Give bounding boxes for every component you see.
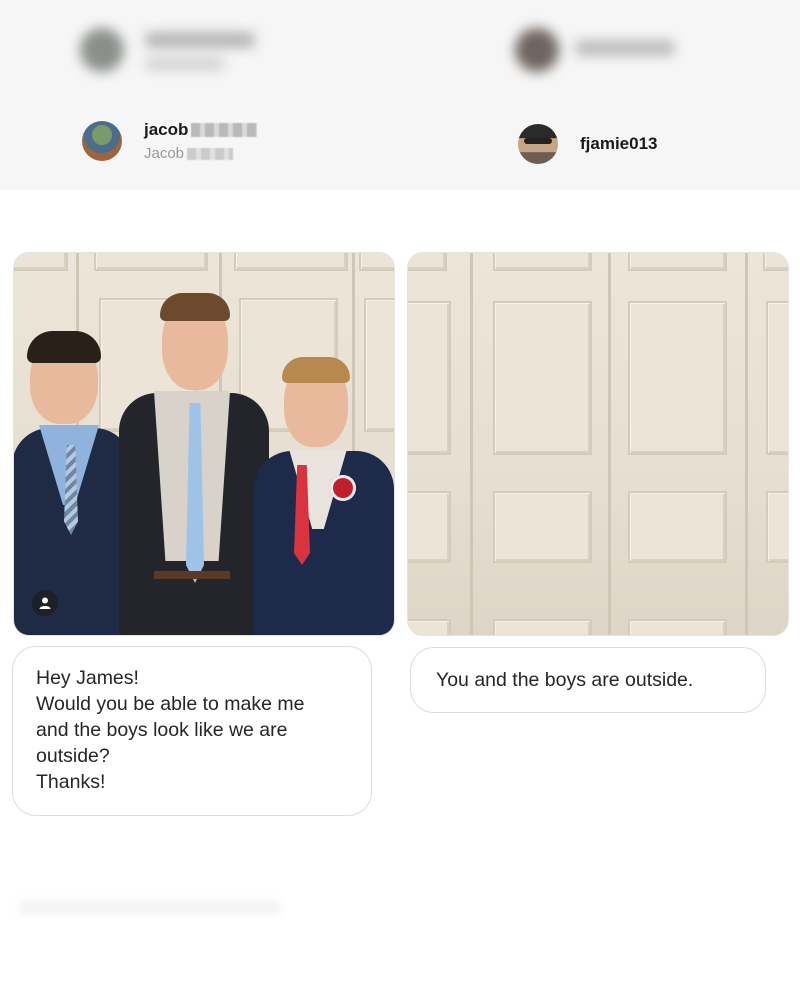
avatar[interactable] xyxy=(82,121,122,161)
original-photo[interactable] xyxy=(13,252,395,636)
person-icon[interactable] xyxy=(32,590,58,616)
message-line: Would you be able to make me xyxy=(36,693,305,715)
door-wall xyxy=(408,253,788,635)
message-line: and the boys look like we are xyxy=(36,719,288,741)
censored-fullname xyxy=(187,147,234,160)
user-jacob[interactable]: jacob Jacob xyxy=(82,120,258,162)
person-icon-glyph xyxy=(39,597,51,609)
message-bubble-left[interactable]: Hey James! Would you be able to make me … xyxy=(12,646,372,816)
username-fjamie013: fjamie013 xyxy=(580,134,658,153)
message-text: You and the boys are outside. xyxy=(436,669,694,691)
avatar[interactable] xyxy=(518,124,558,164)
message-line: Thanks! xyxy=(36,771,106,793)
censored-username xyxy=(191,123,258,137)
message-bubble-right[interactable]: You and the boys are outside. xyxy=(410,647,766,713)
username-jacob: jacob xyxy=(144,120,189,139)
blurred-previous-row-right xyxy=(505,22,705,82)
edited-photo[interactable] xyxy=(407,252,789,636)
message-line: Hey James! xyxy=(36,667,139,689)
message-line: outside? xyxy=(36,745,110,767)
user-fjamie013[interactable]: fjamie013 xyxy=(518,124,658,164)
fullname-jacob: Jacob xyxy=(144,145,185,162)
blurred-footer xyxy=(20,900,280,914)
blurred-previous-row-left xyxy=(70,22,290,82)
header: jacob Jacob fjamie013 xyxy=(0,0,800,190)
